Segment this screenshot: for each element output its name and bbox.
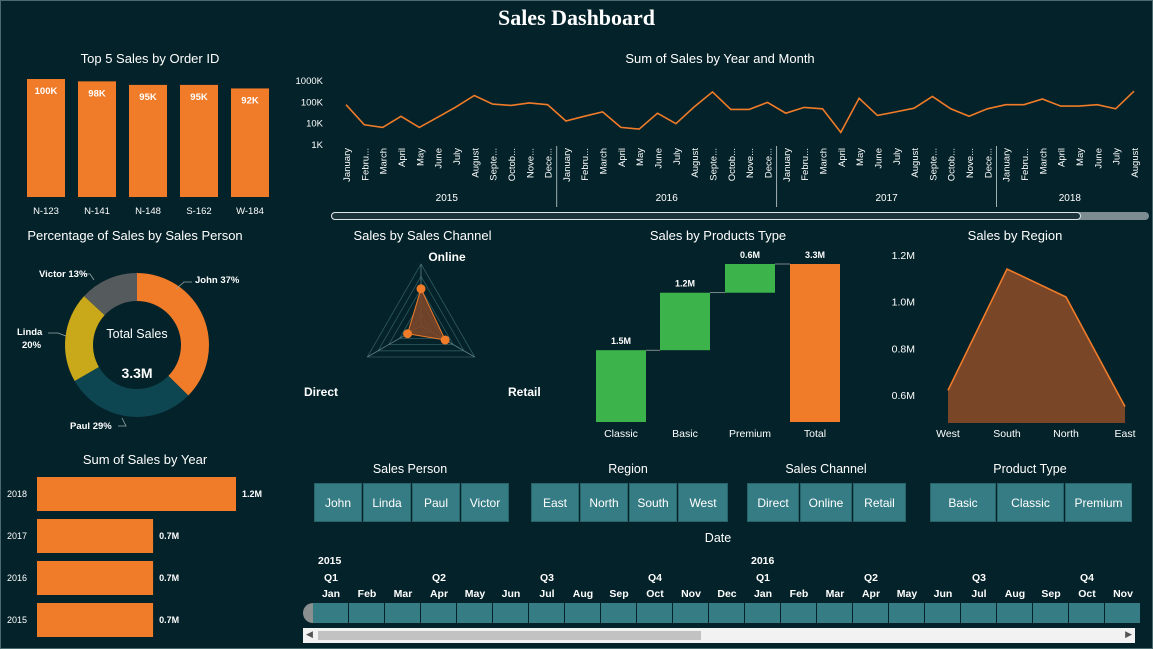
- date-month-cell[interactable]: [421, 603, 456, 623]
- yearly-chart: 2018 1.2M 2017 0.7M 2016 0.7M 2015 0.7M: [7, 477, 262, 637]
- bar-2017: [37, 519, 154, 553]
- date-quarter-label: Q4: [647, 572, 662, 584]
- slicer-person-linda[interactable]: Linda: [363, 483, 411, 522]
- date-quarter-label: Q4: [1079, 572, 1094, 584]
- tick-label: 2017: [7, 531, 27, 541]
- date-month-cell[interactable]: [529, 603, 564, 623]
- slicer-person-paul[interactable]: Paul: [412, 483, 460, 522]
- date-quarter-label: Q3: [539, 572, 554, 584]
- sales-channel-slicer-title: Sales Channel: [785, 462, 867, 476]
- date-month-label: Jun: [501, 588, 521, 600]
- slicer-channel-direct[interactable]: Direct: [747, 483, 799, 522]
- slicer-person-john[interactable]: John: [314, 483, 362, 522]
- date-quarter-label: Q2: [863, 572, 878, 584]
- date-month-label: Aug: [1004, 588, 1026, 600]
- date-month-label: Oct: [1078, 588, 1096, 600]
- slicer-region-north[interactable]: North: [580, 483, 628, 522]
- date-year-2015: 2015: [318, 555, 342, 567]
- date-quarter-label: Q1: [323, 572, 338, 584]
- date-month-cell[interactable]: [601, 603, 636, 623]
- date-month-cell[interactable]: [889, 603, 924, 623]
- data-label: 1.2M: [242, 489, 262, 499]
- date-quarter-label: Q2: [431, 572, 446, 584]
- date-month-label: Dec: [717, 588, 737, 600]
- slicer-channel-retail[interactable]: Retail: [853, 483, 906, 522]
- date-quarter-label: Q1: [755, 572, 770, 584]
- date-month-label: Sep: [609, 588, 629, 600]
- date-month-label: Jul: [971, 588, 987, 600]
- tick-label: 2015: [7, 615, 27, 625]
- date-month-label: Aug: [572, 588, 594, 600]
- slicer-product-classic[interactable]: Classic: [997, 483, 1064, 522]
- date-month-cell[interactable]: [745, 603, 780, 623]
- date-month-cell[interactable]: [673, 603, 708, 623]
- data-label: 0.7M: [159, 615, 179, 625]
- date-month-cell[interactable]: [1069, 603, 1104, 623]
- date-month-label: Mar: [825, 588, 845, 600]
- slicer-region-south[interactable]: South: [629, 483, 677, 522]
- date-month-label: Jan: [321, 588, 341, 600]
- date-month-label: May: [464, 588, 486, 600]
- scroll-right-icon[interactable]: ▶: [1125, 629, 1132, 640]
- date-month-label: Feb: [789, 588, 809, 600]
- date-month-cell[interactable]: [385, 603, 420, 623]
- slicer-region-east[interactable]: East: [531, 483, 579, 522]
- date-month-cell[interactable]: [349, 603, 384, 623]
- date-month-cell[interactable]: [1105, 603, 1140, 623]
- date-month-label: Sep: [1041, 588, 1061, 600]
- slicer-product-basic[interactable]: Basic: [930, 483, 996, 522]
- date-month-cell[interactable]: [817, 603, 852, 623]
- date-month-label: Jan: [753, 588, 773, 600]
- slicer-person-victor[interactable]: Victor: [461, 483, 509, 522]
- date-timeline-track[interactable]: [303, 603, 1140, 623]
- slicer-product-premium[interactable]: Premium: [1065, 483, 1132, 522]
- date-month-cell[interactable]: [565, 603, 600, 623]
- date-quarter-label: Q3: [971, 572, 986, 584]
- date-month-cell[interactable]: [709, 603, 744, 623]
- tick-label: 2018: [7, 489, 27, 499]
- date-month-cell[interactable]: [781, 603, 816, 623]
- date-month-cell[interactable]: [493, 603, 528, 623]
- product-type-slicer-title: Product Type: [993, 462, 1067, 476]
- tick-label: 2016: [7, 573, 27, 583]
- scroll-left-icon[interactable]: ◀: [306, 629, 313, 640]
- date-month-cell[interactable]: [997, 603, 1032, 623]
- slicer-channel-online[interactable]: Online: [800, 483, 852, 522]
- date-scrollbar-track[interactable]: ◀ ▶: [303, 628, 1135, 643]
- bar-2018: [37, 477, 236, 511]
- date-month-label: Nov: [681, 588, 701, 600]
- date-month-cell[interactable]: [1033, 603, 1068, 623]
- bar-2015: [37, 603, 154, 637]
- date-scrollbar-thumb[interactable]: [318, 631, 701, 640]
- region-slicer-title: Region: [608, 462, 648, 476]
- date-month-cell[interactable]: [637, 603, 672, 623]
- date-month-label: Jun: [933, 588, 953, 600]
- date-month-label: May: [896, 588, 918, 600]
- data-label: 0.7M: [159, 573, 179, 583]
- date-month-label: Oct: [646, 588, 664, 600]
- date-year-2016: 2016: [751, 555, 775, 567]
- date-slicer-title: Date: [704, 531, 732, 545]
- sales-person-slicer-title: Sales Person: [372, 462, 448, 476]
- date-month-cell[interactable]: [853, 603, 888, 623]
- date-month-cell[interactable]: [961, 603, 996, 623]
- date-month-cell[interactable]: [313, 603, 348, 623]
- date-month-label: Mar: [393, 588, 413, 600]
- date-month-label: Nov: [1113, 588, 1133, 600]
- date-month-label: Feb: [357, 588, 377, 600]
- data-label: 0.7M: [159, 531, 179, 541]
- date-month-label: Apr: [429, 588, 449, 600]
- date-month-cell[interactable]: [925, 603, 960, 623]
- date-month-label: Apr: [861, 588, 881, 600]
- date-month-label: Jul: [539, 588, 555, 600]
- slicer-region-west[interactable]: West: [678, 483, 728, 522]
- date-month-cell[interactable]: [457, 603, 492, 623]
- bar-2016: [37, 561, 154, 595]
